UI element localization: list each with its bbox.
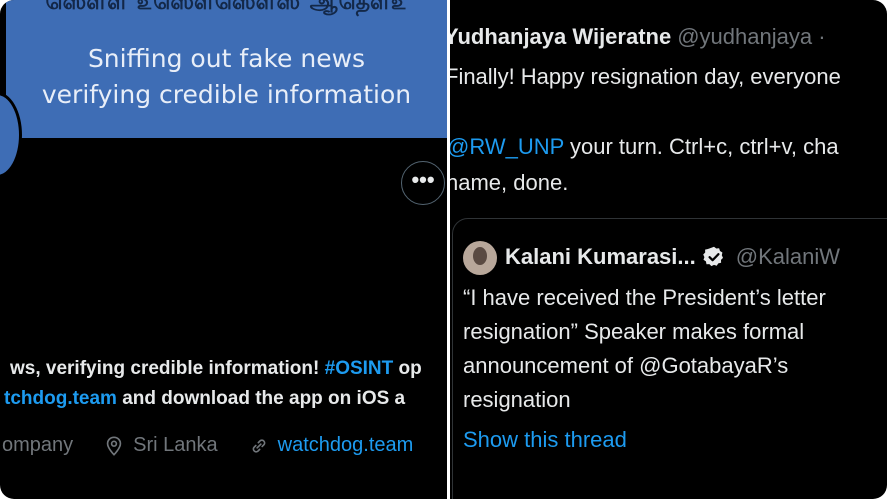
quoted-text-line4: resignation bbox=[463, 387, 571, 412]
profile-meta: ompany Sri Lanka watchdog.team bbox=[2, 434, 413, 457]
quoted-text-line3: announcement of @GotabayaR’s bbox=[463, 353, 789, 378]
tweet-text-line2: @RW_UNP your turn. Ctrl+c, ctrl+v, cha bbox=[450, 134, 839, 160]
link-icon bbox=[252, 438, 266, 453]
show-thread-link[interactable]: Show this thread bbox=[463, 427, 627, 453]
profile-website-link[interactable]: watchdog.team bbox=[278, 434, 414, 457]
banner-tagline-line2: verifying credible information bbox=[41, 80, 412, 109]
profile-category: ompany bbox=[2, 434, 74, 456]
bio-text: ws, verifying credible information! bbox=[10, 358, 325, 379]
quoted-text-line2: resignation” Speaker makes formal bbox=[463, 319, 805, 344]
quoted-text-line1: “I have received the President’s letter bbox=[463, 285, 826, 310]
bio-text-line2: and download the app on iOS a bbox=[116, 388, 406, 409]
profile-banner: ஸௌள ௨ஸௌஸௌஸ ஆதௌ௨ Sniffing out fake news v… bbox=[6, 0, 447, 138]
tweet-header: Yudhanjaya Wijeratne @yudhanjaya · bbox=[450, 24, 826, 50]
bio-text-tail: op bbox=[393, 358, 422, 379]
quoted-author-avatar[interactable] bbox=[463, 241, 497, 275]
tweet-text-line3: name, done. bbox=[450, 170, 569, 195]
hashtag-link[interactable]: #OSINT bbox=[325, 358, 394, 379]
profile-bio-line2: tchdog.team and download the app on iOS … bbox=[4, 388, 447, 410]
quoted-author-handle[interactable]: @KalaniW bbox=[736, 244, 840, 270]
verified-badge-icon bbox=[702, 246, 723, 267]
mention-link[interactable]: @RW_UNP bbox=[450, 134, 564, 159]
location-icon bbox=[106, 435, 122, 456]
quoted-tweet-card[interactable]: Kalani Kumarasi... @KalaniW “I have rece… bbox=[452, 218, 887, 499]
profile-panel: ஸௌள ௨ஸௌஸௌஸ ஆதௌ௨ Sniffing out fake news v… bbox=[0, 0, 447, 499]
banner-tagline-line1: Sniffing out fake news bbox=[87, 44, 366, 73]
tweet-text-line2-rest: your turn. Ctrl+c, ctrl+v, cha bbox=[563, 134, 839, 159]
quoted-tweet-header: Kalani Kumarasi... @KalaniW bbox=[505, 244, 840, 270]
banner-top-text: ஸௌள ௨ஸௌஸௌஸ ஆதௌ௨ bbox=[45, 0, 408, 15]
more-options-button[interactable]: ••• bbox=[401, 161, 445, 205]
quoted-author-name[interactable]: Kalani Kumarasi... bbox=[505, 244, 696, 270]
profile-bio-line1: ws, verifying credible information! #OSI… bbox=[10, 358, 447, 380]
tweet-text-line1: Finally! Happy resignation day, everyone bbox=[450, 64, 841, 89]
bio-website-link[interactable]: tchdog.team bbox=[4, 388, 117, 409]
tweet-author-name[interactable]: Yudhanjaya Wijeratne bbox=[450, 24, 671, 49]
profile-location: Sri Lanka bbox=[133, 434, 218, 456]
tweet-author-handle[interactable]: @yudhanjaya · bbox=[677, 24, 825, 49]
tweet-panel: Yudhanjaya Wijeratne @yudhanjaya · Finall… bbox=[450, 0, 887, 499]
